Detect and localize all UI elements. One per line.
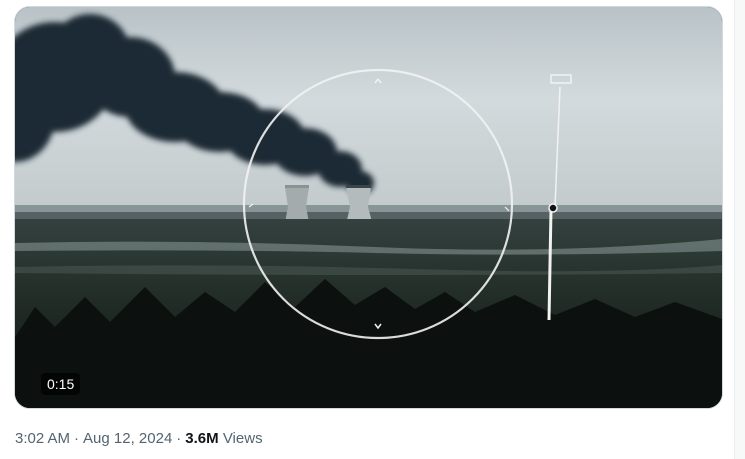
tweet-video-player[interactable]: 0:15 (14, 6, 723, 409)
tweet-timestamp-date[interactable]: Aug 12, 2024 (83, 430, 172, 447)
tweet-timestamp-time[interactable]: 3:02 AM (15, 430, 70, 447)
page-scrollbar[interactable] (734, 0, 745, 459)
views-label: Views (222, 430, 263, 447)
tweet-meta-row: 3:02 AM · Aug 12, 2024 · 3.6M Views (15, 430, 263, 447)
video-duration-badge: 0:15 (41, 373, 81, 395)
meta-separator: · (74, 430, 80, 447)
meta-separator: · (176, 430, 182, 447)
views-count: 3.6M (185, 430, 219, 447)
video-frame (15, 7, 722, 408)
